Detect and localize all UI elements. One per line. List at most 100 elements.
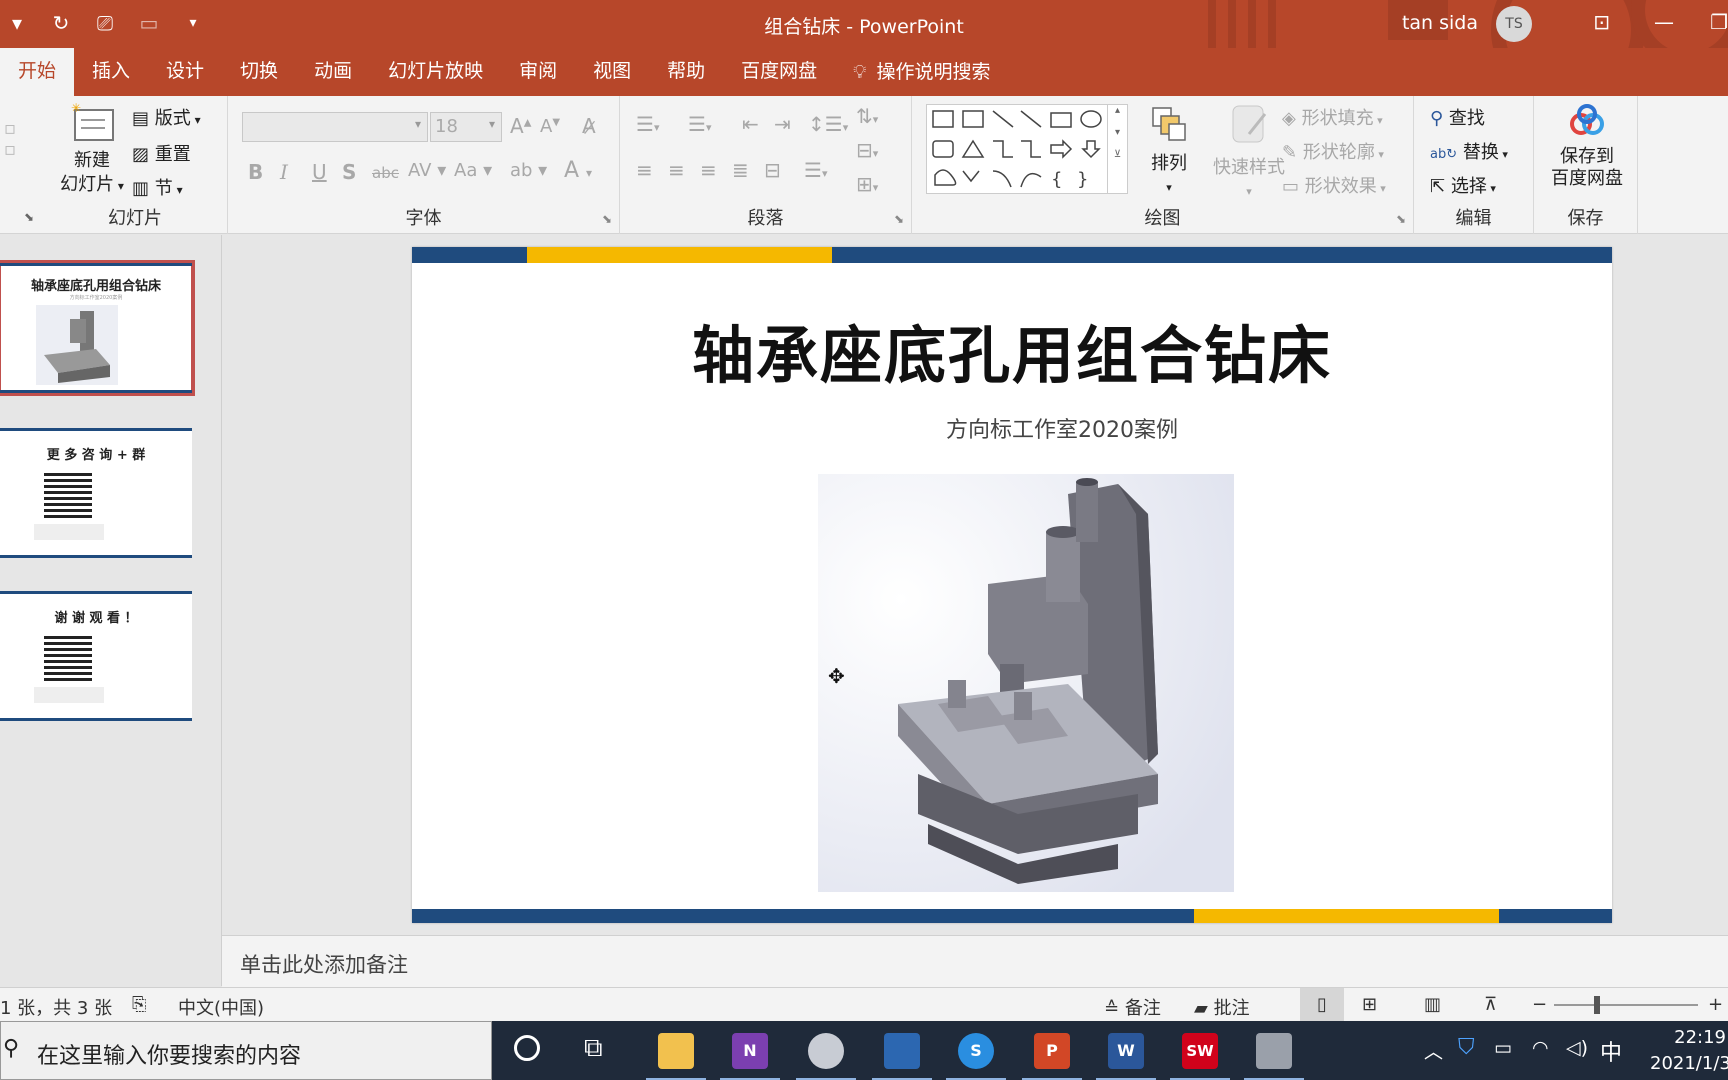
recorder-icon[interactable] — [1244, 1033, 1304, 1080]
bold-icon[interactable]: B — [248, 160, 263, 184]
slide-subtitle[interactable]: 方向标工作室2020案例 — [462, 412, 1612, 444]
solidworks-icon[interactable]: SW — [1170, 1033, 1230, 1080]
mascot-app-icon[interactable] — [796, 1033, 856, 1080]
restore-icon[interactable]: ❐ — [1710, 10, 1728, 34]
zoom-slider-thumb[interactable] — [1594, 996, 1600, 1014]
section-button[interactable]: ▥ 节 ▾ — [132, 174, 183, 200]
increase-indent-icon[interactable]: ⇥ — [774, 112, 791, 136]
shrink-font-icon[interactable]: A▼ — [540, 116, 560, 137]
clock[interactable]: 22:19 2021/1/3 — [1650, 1025, 1728, 1080]
slide-thumbnail-3[interactable]: 谢 谢 观 看 ！ — [0, 591, 192, 721]
justify-icon[interactable]: ≣ — [732, 158, 749, 182]
user-name[interactable]: tan sida — [1402, 12, 1478, 34]
slide-sorter-view-icon[interactable]: ⊞ — [1362, 994, 1377, 1015]
shapes-gallery[interactable]: { } ▴ ▾ ⊻ — [926, 104, 1128, 194]
smartart-icon[interactable]: ⊞▾ — [856, 172, 878, 196]
grow-font-icon[interactable]: A▲ — [510, 114, 531, 138]
tab-view[interactable]: 视图 — [575, 48, 649, 96]
sogou-icon[interactable]: S — [946, 1033, 1006, 1080]
tell-me-search[interactable]: 💡︎ 操作说明搜索 — [835, 48, 1008, 96]
align-text-icon[interactable]: ⊟▾ — [856, 138, 878, 162]
file-explorer-icon[interactable] — [646, 1033, 706, 1080]
show-hidden-icons-icon[interactable]: ︿ — [1424, 1037, 1443, 1080]
font-name-dropdown-icon[interactable]: ▾ — [415, 117, 421, 131]
italic-icon[interactable]: I — [280, 160, 288, 184]
tab-insert[interactable]: 插入 — [74, 48, 148, 96]
shadow-icon[interactable]: S — [342, 160, 356, 184]
distributed-icon[interactable]: ⊟ — [764, 158, 781, 182]
strikethrough-icon[interactable]: abc — [372, 164, 399, 182]
security-shield-icon[interactable]: ⛉ — [1458, 1035, 1475, 1080]
slide-thumbnail-2[interactable]: 更 多 咨 询 + 群 — [0, 428, 192, 558]
highlight-icon[interactable]: ab ▾ — [510, 160, 547, 181]
shapes-gallery-scroll[interactable]: ▴ ▾ ⊻ — [1107, 105, 1127, 193]
shape-fill-button[interactable]: ◈ 形状填充 ▾ — [1282, 104, 1383, 130]
tab-home[interactable]: 开始 — [0, 48, 75, 96]
layout-button[interactable]: ▤ 版式 ▾ — [132, 104, 201, 130]
change-case-icon[interactable]: Aa ▾ — [454, 160, 492, 181]
avatar[interactable]: TS — [1496, 6, 1532, 42]
align-right-icon[interactable]: ≡ — [700, 158, 717, 182]
align-center-icon[interactable]: ≡ — [668, 158, 685, 182]
drilling-machine-image[interactable] — [818, 474, 1234, 892]
word-icon[interactable]: W — [1096, 1033, 1156, 1080]
notes-toggle[interactable]: ≙ 备注 — [1104, 994, 1161, 1020]
slide-thumbnail-1[interactable]: 轴承座底孔用组合钻床 方向标工作室2020案例 — [0, 260, 195, 396]
spell-check-icon[interactable]: ⎘ — [132, 994, 146, 1015]
volume-icon[interactable]: ◁) — [1566, 1037, 1588, 1080]
minimize-icon[interactable]: — — [1654, 10, 1674, 34]
align-left-icon[interactable]: ≡ — [636, 158, 653, 182]
font-size-combobox[interactable]: 18 ▾ — [430, 112, 502, 142]
task-view-icon[interactable]: ⧉ — [584, 1033, 603, 1064]
wifi-icon[interactable]: ◠ — [1532, 1037, 1549, 1080]
slideshow-view-icon[interactable]: ⊼ — [1484, 994, 1497, 1015]
reading-view-icon[interactable]: ▥ — [1424, 994, 1441, 1015]
find-button[interactable]: ⚲ 查找 — [1430, 104, 1485, 130]
ime-indicator[interactable]: 中 — [1600, 1035, 1622, 1080]
underline-icon[interactable]: U — [312, 160, 327, 184]
tab-baidu-netdisk[interactable]: 百度网盘 — [723, 48, 835, 96]
columns-icon[interactable]: ☰▾ — [804, 158, 827, 182]
arrange-button[interactable]: 排列 ▾ — [1144, 104, 1194, 196]
clipboard-launcher-icon[interactable]: ⬊ — [24, 210, 34, 224]
reset-button[interactable]: ▨ 重置 — [132, 140, 191, 166]
cortana-icon[interactable] — [514, 1035, 540, 1061]
tab-slideshow[interactable]: 幻灯片放映 — [370, 48, 501, 96]
battery-icon[interactable]: ▭ — [1494, 1037, 1512, 1080]
line-spacing-icon[interactable]: ↕☰▾ — [808, 112, 848, 136]
clear-formatting-icon[interactable]: A̷ — [582, 114, 596, 138]
decrease-indent-icon[interactable]: ⇤ — [742, 112, 759, 136]
text-direction-icon[interactable]: ⇅▾ — [856, 104, 878, 128]
onenote-icon[interactable]: N — [720, 1033, 780, 1080]
tab-transitions[interactable]: 切换 — [222, 48, 296, 96]
tab-design[interactable]: 设计 — [148, 48, 222, 96]
ribbon-display-options-icon[interactable]: ⊡ — [1593, 10, 1610, 34]
slide-canvas[interactable]: 轴承座底孔用组合钻床 方向标工作室2020案例 — [412, 247, 1612, 923]
language-indicator[interactable]: 中文(中国) — [178, 994, 264, 1020]
comments-toggle[interactable]: ▰ 批注 — [1194, 994, 1250, 1020]
zoom-slider[interactable] — [1554, 996, 1698, 1014]
zoom-out-button[interactable]: − — [1532, 994, 1547, 1015]
zoom-in-button[interactable]: + — [1708, 994, 1723, 1015]
tab-animations[interactable]: 动画 — [296, 48, 370, 96]
font-size-dropdown-icon[interactable]: ▾ — [489, 117, 495, 131]
slide-title[interactable]: 轴承座底孔用组合钻床 — [412, 305, 1612, 395]
drawing-tool-icon[interactable] — [872, 1033, 932, 1080]
shape-effects-button[interactable]: ▭ 形状效果 ▾ — [1282, 172, 1386, 198]
notes-pane[interactable]: 单击此处添加备注 — [222, 935, 1728, 987]
new-slide-button[interactable]: ✳ 新建 幻灯片 ▾ — [54, 101, 130, 198]
normal-view-icon[interactable]: ▯ — [1300, 988, 1344, 1022]
tab-help[interactable]: 帮助 — [649, 48, 723, 96]
select-button[interactable]: ⇱ 选择 ▾ — [1430, 172, 1496, 198]
numbering-icon[interactable]: ☰▾ — [688, 112, 711, 136]
bullets-icon[interactable]: ☰▾ — [636, 112, 659, 136]
font-name-combobox[interactable]: ▾ — [242, 112, 428, 142]
powerpoint-icon[interactable]: P — [1022, 1033, 1082, 1080]
replace-button[interactable]: ab↻ 替换 ▾ — [1430, 138, 1508, 164]
save-to-baidu-button[interactable]: 保存到 百度网盘 — [1542, 104, 1632, 190]
shape-outline-button[interactable]: ✎ 形状轮廓 ▾ — [1282, 138, 1384, 164]
font-color-icon[interactable]: A ▾ — [564, 158, 592, 183]
taskbar-search-box[interactable]: ⚲ 在这里输入你要搜索的内容 — [0, 1021, 492, 1080]
character-spacing-icon[interactable]: AV ▾ — [408, 160, 446, 181]
tab-review[interactable]: 审阅 — [501, 48, 575, 96]
